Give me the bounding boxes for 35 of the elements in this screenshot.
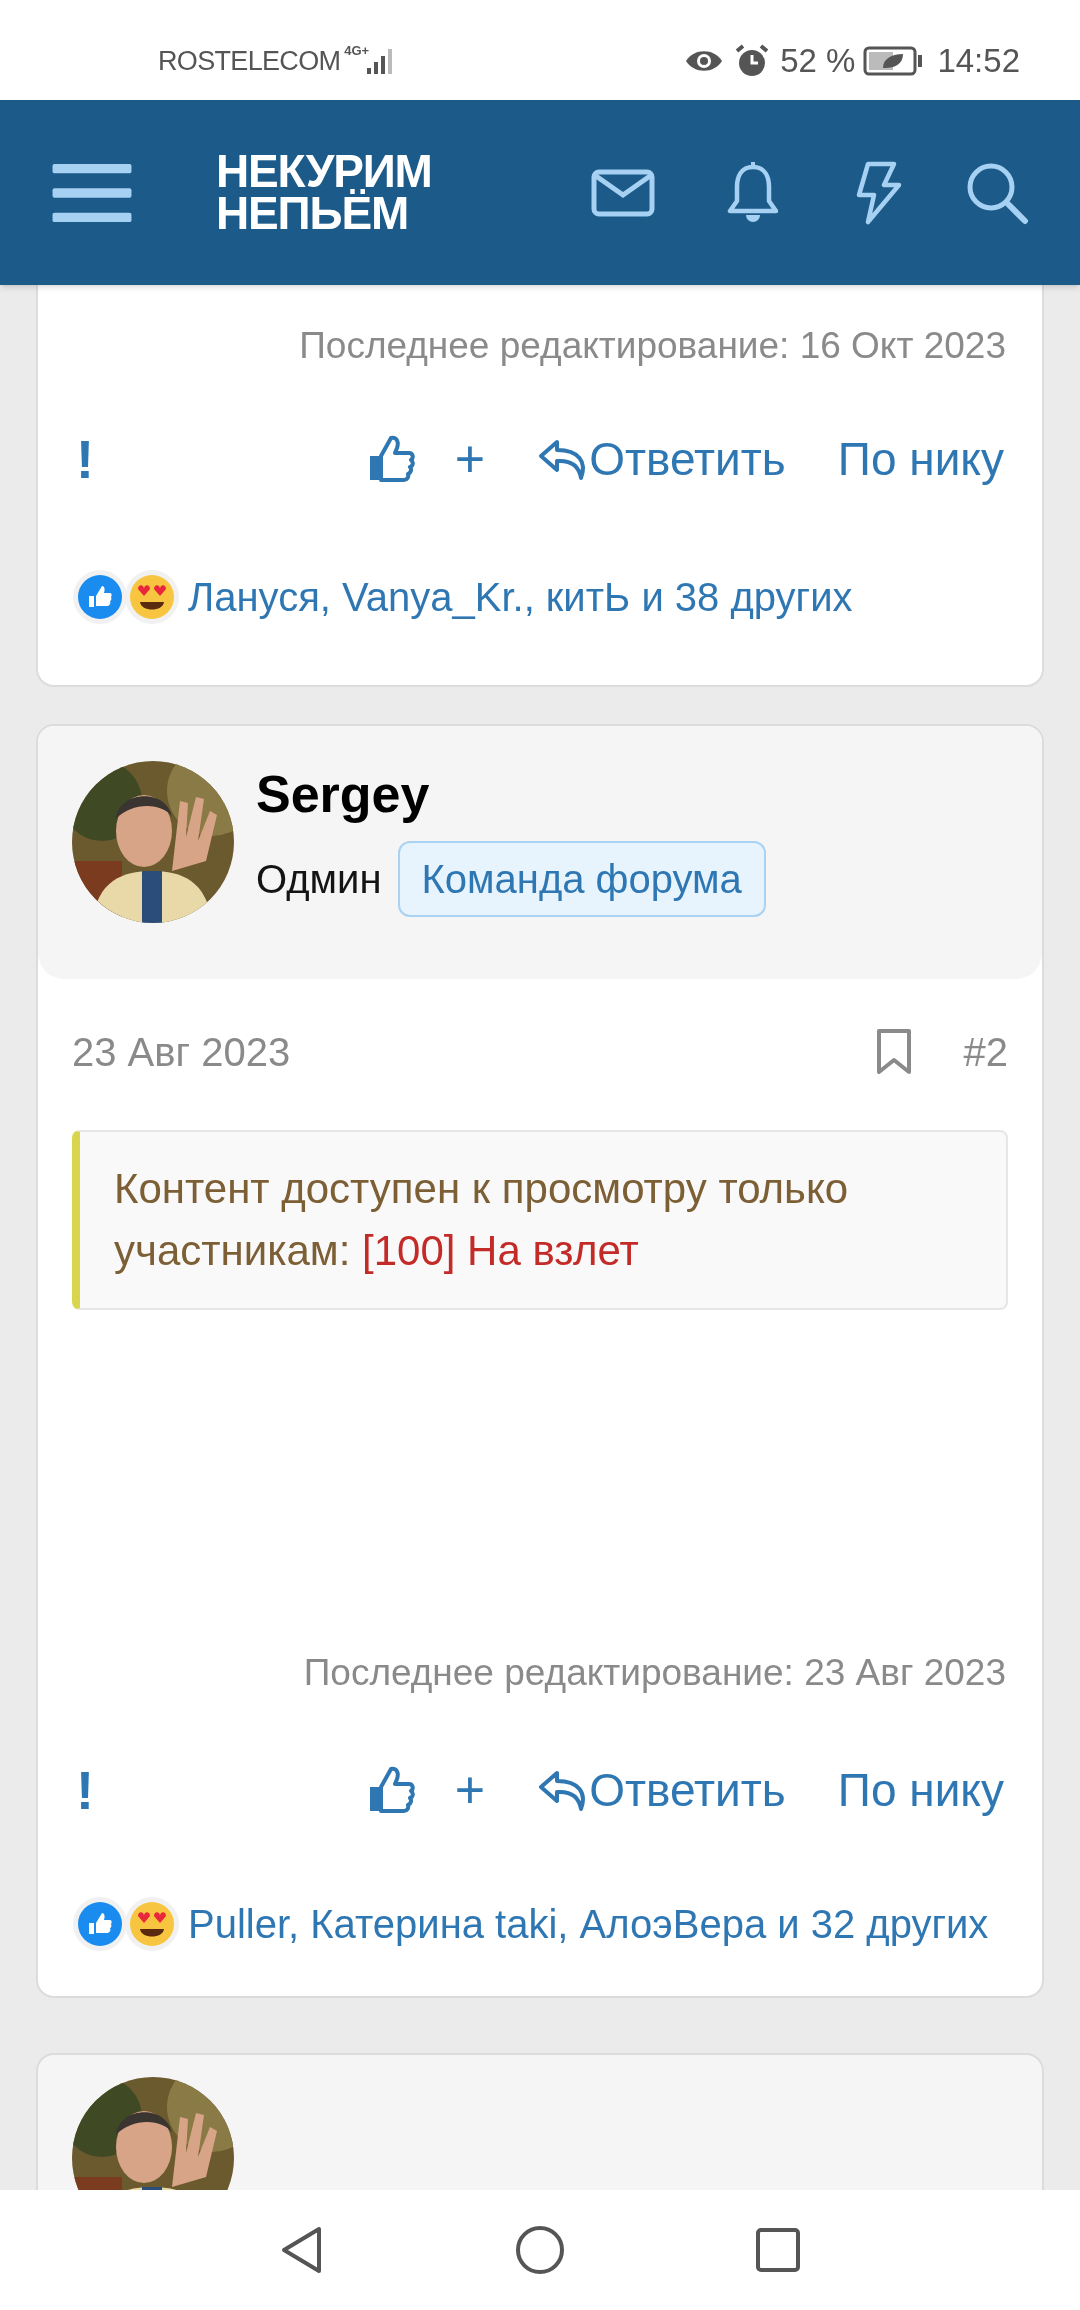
content-link[interactable]: [100] На взлет [362, 1227, 639, 1274]
lightning-icon [854, 160, 902, 225]
last-edited-text: Последнее редактирование: 16 Окт 2023 [299, 324, 1006, 368]
eye-icon [684, 48, 725, 74]
battery-percent: 52 % [780, 41, 856, 82]
user-badge: Команда форума [397, 841, 766, 917]
carrier-name: ROSTELECOM [158, 44, 341, 78]
locked-content-notice: Контент доступен к просмотру только участникам: [100] На взлет [72, 1130, 1008, 1310]
author-name[interactable]: Sergey [256, 763, 766, 825]
reply-button[interactable]: Ответить [537, 424, 786, 494]
bell-icon [725, 160, 781, 225]
post-number[interactable]: #2 [963, 1022, 1008, 1082]
envelope-icon [591, 168, 655, 217]
reactions-link[interactable]: Puller, Катерина taki, АлоэВера и 32 других [188, 1902, 989, 1946]
reactions-link[interactable]: Лануся, Vanya_Kr., китЬ и 38 других [188, 572, 853, 622]
home-icon [515, 2225, 565, 2275]
report-button[interactable]: ! [76, 432, 94, 486]
report-button[interactable]: ! [76, 1763, 94, 1817]
quote-by-nick-button[interactable]: По нику [837, 424, 1004, 494]
network-type: 4G+ [344, 43, 370, 57]
menu-icon [50, 161, 134, 224]
user-title: Одмин [256, 856, 382, 903]
last-edited-text: Последнее редактирование: 23 Авг 2023 [303, 1651, 1006, 1695]
site-logo[interactable]: НЕКУРИМ НЕПЬЁМ [216, 151, 432, 234]
post-date[interactable]: 23 Авг 2023 [72, 1022, 291, 1082]
add-reaction-button[interactable]: + [454, 433, 486, 485]
quote-by-nick-button[interactable]: По нику [837, 1755, 1004, 1825]
home-button[interactable] [515, 2225, 565, 2275]
recents-button[interactable] [755, 2227, 801, 2273]
battery-icon [863, 46, 924, 76]
alarm-icon [734, 43, 771, 79]
recents-icon [755, 2227, 801, 2273]
clock-time: 14:52 [937, 41, 1020, 82]
reply-button[interactable]: Ответить [537, 1755, 786, 1825]
add-reaction-button[interactable]: + [454, 1764, 486, 1816]
